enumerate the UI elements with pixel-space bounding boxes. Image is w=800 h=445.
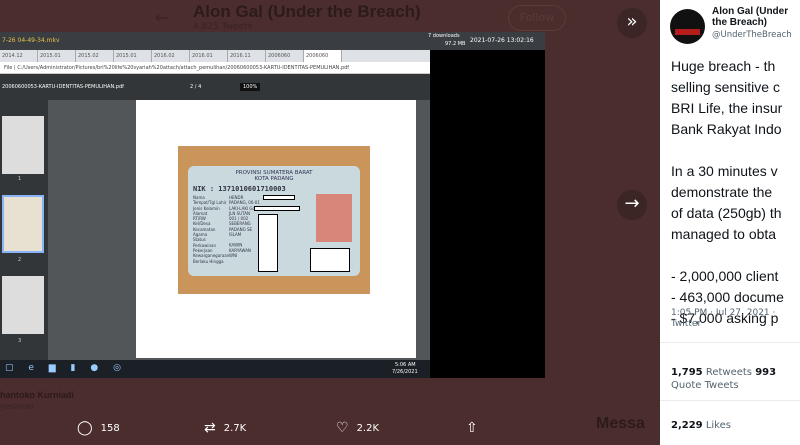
reply-icon: ◯ <box>77 420 93 436</box>
browser-tab: 2014.12 <box>0 50 38 62</box>
recording-bar: 7-26 04-49-34.mkv 7 downloads 97.2 MB 20… <box>0 32 545 50</box>
reply-count: 158 <box>100 422 120 434</box>
divider <box>660 400 800 401</box>
video-filename: 7-26 04-49-34.mkv <box>2 37 60 44</box>
redaction-box <box>254 206 300 211</box>
browser-tab-active: 2006060 <box>304 50 342 62</box>
media-image: 7-26 04-49-34.mkv 7 downloads 97.2 MB 20… <box>0 32 545 378</box>
like-count: 2.2K <box>356 422 380 434</box>
browser-tab: 2016.11 <box>228 50 266 62</box>
browser-tab: 2015.01 <box>114 50 152 62</box>
back-arrow-icon: ← <box>155 8 169 27</box>
bg-messages: Messa <box>596 415 645 432</box>
browser-tab: 2015.01 <box>38 50 76 62</box>
redaction-box <box>263 195 295 200</box>
like-action[interactable]: ♡ 2.2K <box>336 420 379 436</box>
tweet-text: Huge breach - th selling sensitive c BRI… <box>671 58 784 326</box>
id-card-photo: PROVINSI SUMATERA BARAT KOTA PADANG NIK … <box>178 146 370 294</box>
avatar[interactable] <box>670 9 705 44</box>
reply-action[interactable]: ◯ 158 <box>77 420 120 436</box>
nik-label: NIK <box>193 185 206 193</box>
share-icon: ⇧ <box>466 420 478 436</box>
share-action[interactable]: ⇧ <box>466 420 478 436</box>
browser-tab: 2015.02 <box>76 50 114 62</box>
thumb-label: 3 <box>18 338 22 344</box>
pdf-page: PROVINSI SUMATERA BARAT KOTA PADANG NIK … <box>136 100 416 358</box>
thumbnail-panel: 1 2 3 <box>0 100 48 360</box>
retweet-action[interactable]: ⇄ 2.7K <box>204 420 246 436</box>
author-name[interactable]: Alon Gal (Under the Breach) <box>712 6 796 28</box>
retweet-count: 2.7K <box>223 422 247 434</box>
bg-reply-handle: yesiman <box>0 402 34 411</box>
thumbnail-selected <box>2 195 44 253</box>
thumb-label: 1 <box>18 176 22 182</box>
browser-tab: 2016.01 <box>190 50 228 62</box>
page-indicator: 2 / 4 <box>190 84 202 90</box>
tweet-timestamp[interactable]: 1:05 PM · Jul 27, 2021 · Twitter <box>671 308 796 330</box>
windows-taskbar: ▢ e ▆ ▮ ● ◎ 5:06 AM 7/26/2021 <box>0 360 430 378</box>
tweet-panel: Alon Gal (Under the Breach) @UnderTheBre… <box>660 0 800 445</box>
retweets-stat[interactable]: 1,795 Retweets 993 Quote Tweets <box>671 366 796 392</box>
retweet-icon: ⇄ <box>204 420 216 436</box>
id-photo <box>316 194 352 242</box>
divider <box>660 342 800 343</box>
thumbnail <box>2 276 44 334</box>
id-card: PROVINSI SUMATERA BARAT KOTA PADANG NIK … <box>188 166 360 276</box>
pdf-viewer: 1 2 3 PROVINSI SUMATERA BARAT KOTA PADAN… <box>0 100 430 360</box>
browser-tabs: 2014.12 2015.01 2015.02 2015.01 2016.02 … <box>0 50 430 62</box>
file-size: 97.2 MB <box>445 41 466 47</box>
chevron-right-icon[interactable]: → <box>617 190 647 220</box>
browser-tab: 2016.02 <box>152 50 190 62</box>
clock-time: 5:06 AM <box>395 362 416 368</box>
taskbar-app-icons: ▢ e ▆ ▮ ● ◎ <box>5 363 127 373</box>
author-handle[interactable]: @UnderTheBreach <box>712 30 796 40</box>
card-city: KOTA PADANG <box>254 176 294 182</box>
thumbnail <box>2 116 44 174</box>
downloads: 7 downloads <box>428 33 460 39</box>
clock-date: 7/26/2021 <box>392 369 418 375</box>
thumb-label: 2 <box>18 257 22 263</box>
pdf-toolbar: 20060600053-KARTU-IDENTITAS-PEMULIHAN.pd… <box>0 74 430 100</box>
pdf-title: 20060600053-KARTU-IDENTITAS-PEMULIHAN.pd… <box>2 84 124 90</box>
bg-reply-name: hantoko Kurniadi <box>0 390 74 400</box>
likes-stat[interactable]: 2,229 Likes <box>671 419 796 432</box>
bg-tweet-count: 4,825 Tweets <box>193 22 253 32</box>
bg-follow-button: Follow <box>508 5 566 31</box>
redaction-box <box>310 248 350 272</box>
browser-tab: 2006060 <box>266 50 304 62</box>
zoom-level: 100% <box>240 83 261 91</box>
nik-value: : 1371010601710003 <box>209 185 286 193</box>
address-bar: File | C:/Users/Administrator/Pictures/b… <box>0 62 430 74</box>
bg-profile-name: Alon Gal (Under the Breach) <box>193 2 421 21</box>
redaction-box <box>258 214 278 272</box>
double-chevron-right-icon[interactable]: » <box>617 8 647 38</box>
heart-icon: ♡ <box>336 420 349 436</box>
video-datetime: 2021-07-26 13:02:16 <box>470 37 534 44</box>
